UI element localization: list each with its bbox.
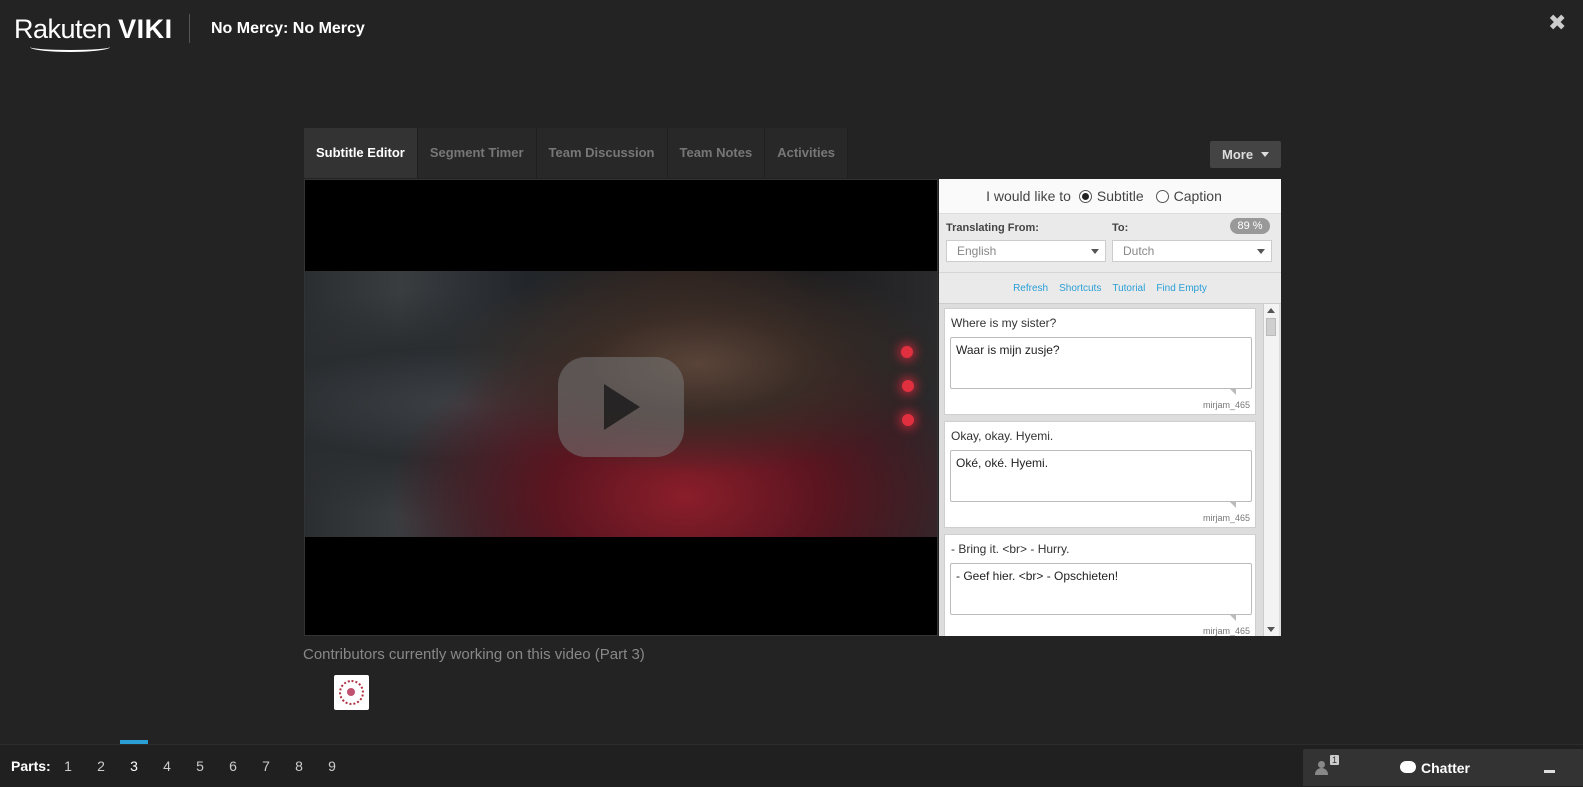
scroll-down-arrow-icon[interactable] (1267, 627, 1275, 632)
progress-badge: 89 % (1230, 218, 1270, 234)
refresh-link[interactable]: Refresh (1013, 283, 1048, 294)
mode-prompt: I would like to (986, 188, 1071, 204)
mode-subtitle-option[interactable]: Subtitle (1078, 188, 1144, 204)
logo-swoosh (30, 42, 110, 52)
speech-tail (1230, 389, 1236, 395)
rakuten-viki-logo[interactable]: Rakuten VIKI (14, 12, 173, 52)
tab-team-discussion[interactable]: Team Discussion (536, 128, 668, 178)
part-link-7[interactable]: 7 (256, 758, 276, 774)
play-button[interactable] (558, 357, 684, 457)
to-language-select[interactable]: Dutch (1112, 240, 1272, 262)
from-language-select[interactable]: English (946, 240, 1106, 262)
tab-subtitle-editor[interactable]: Subtitle Editor (304, 128, 418, 178)
close-icon[interactable]: ✖ (1548, 12, 1566, 34)
chat-bubble-icon (1400, 761, 1416, 773)
chevron-down-icon (1091, 249, 1099, 254)
subtitle-radio[interactable] (1078, 189, 1092, 203)
shortcuts-link[interactable]: Shortcuts (1059, 283, 1101, 294)
segment-source-text: Where is my sister? (951, 316, 1057, 330)
editor-links: Refresh Shortcuts Tutorial Find Empty (939, 273, 1281, 304)
translating-from-label: Translating From: (946, 222, 1039, 234)
tutorial-link[interactable]: Tutorial (1112, 283, 1145, 294)
logo-viki-text: VIKI (118, 13, 173, 44)
tab-segment-timer[interactable]: Segment Timer (417, 128, 537, 178)
language-selection: Translating From: To: 89 % English Dutch (939, 214, 1281, 273)
mode-caption-option[interactable]: Caption (1155, 188, 1222, 204)
video-light (902, 414, 914, 426)
tab-team-notes[interactable]: Team Notes (667, 128, 766, 178)
part-link-5[interactable]: 5 (190, 758, 210, 774)
subtitle-radio-label: Subtitle (1096, 188, 1144, 204)
video-player[interactable] (304, 179, 938, 636)
scroll-up-arrow-icon[interactable] (1267, 308, 1275, 313)
caret-down-icon (1261, 152, 1269, 157)
online-count-badge: 1 (1330, 755, 1339, 765)
to-label: To: (1112, 222, 1129, 234)
contributors-heading: Contributors currently working on this v… (303, 646, 645, 663)
segment-user[interactable]: mirjam_465 (1203, 400, 1250, 410)
minimize-icon[interactable] (1544, 770, 1555, 773)
segment-user[interactable]: mirjam_465 (1203, 626, 1250, 636)
more-button[interactable]: More (1210, 141, 1281, 168)
to-language-value: Dutch (1123, 244, 1155, 258)
part-link-8[interactable]: 8 (289, 758, 309, 774)
video-light (901, 346, 913, 358)
tab-activities[interactable]: Activities (765, 128, 849, 178)
segment-card: - Bring it. <br> - Hurry. mirjam_465 (944, 534, 1256, 636)
avatar-core (347, 688, 355, 696)
segment-list: Where is my sister? mirjam_465 Okay, oka… (939, 304, 1281, 636)
more-button-label: More (1222, 147, 1254, 162)
speech-tail (1230, 502, 1236, 508)
segment-translation-input[interactable] (950, 337, 1252, 389)
page-title: No Mercy: No Mercy (211, 20, 365, 37)
editor-tabs: Subtitle Editor Segment Timer Team Discu… (304, 128, 849, 178)
chatter-bar[interactable]: 1 Chatter (1303, 749, 1583, 786)
part-link-9[interactable]: 9 (322, 758, 342, 774)
segment-list-scrollbar[interactable] (1263, 304, 1279, 636)
subtitle-editor-panel: I would like to Subtitle Caption Transla… (939, 179, 1281, 636)
users-online-icon[interactable] (1315, 761, 1329, 775)
part-link-4[interactable]: 4 (157, 758, 177, 774)
part-link-3[interactable]: 3 (124, 758, 144, 774)
segment-translation-input[interactable] (950, 450, 1252, 502)
segment-user[interactable]: mirjam_465 (1203, 513, 1250, 523)
parts-label: Parts: (11, 758, 51, 774)
user-head (1318, 761, 1325, 768)
video-light (902, 380, 914, 392)
play-icon (604, 384, 640, 430)
part-link-2[interactable]: 2 (91, 758, 111, 774)
find-empty-link[interactable]: Find Empty (1156, 283, 1207, 294)
logo-rakuten-text: Rakuten (14, 13, 112, 44)
speech-tail (1230, 615, 1236, 621)
segment-source-text: - Bring it. <br> - Hurry. (951, 542, 1070, 556)
chevron-down-icon (1257, 249, 1265, 254)
part-link-6[interactable]: 6 (223, 758, 243, 774)
caption-radio-label: Caption (1173, 188, 1222, 204)
mode-selector: I would like to Subtitle Caption (939, 179, 1281, 214)
segment-card: Where is my sister? mirjam_465 (944, 308, 1256, 415)
caption-radio[interactable] (1155, 189, 1169, 203)
header-divider (189, 14, 190, 43)
segment-source-text: Okay, okay. Hyemi. (951, 429, 1054, 443)
user-body (1315, 768, 1328, 775)
segment-card: Okay, okay. Hyemi. mirjam_465 (944, 421, 1256, 528)
from-language-value: English (957, 244, 997, 258)
segment-translation-input[interactable] (950, 563, 1252, 615)
part-link-1[interactable]: 1 (58, 758, 78, 774)
chatter-label: Chatter (1421, 760, 1471, 776)
scrollbar-thumb[interactable] (1266, 318, 1276, 336)
contributor-avatar[interactable] (334, 675, 369, 710)
